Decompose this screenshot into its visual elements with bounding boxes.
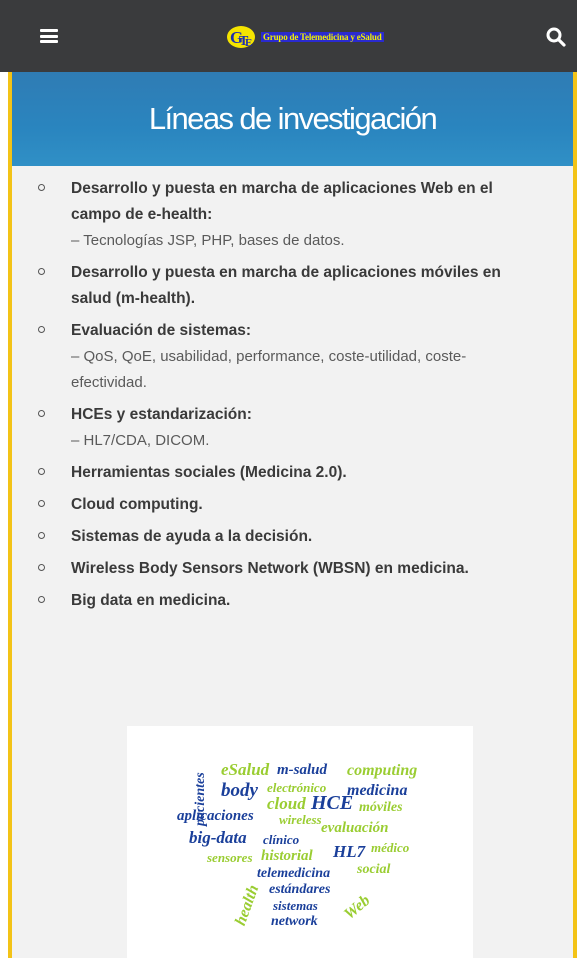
list-item-title: Herramientas sociales (Medicina 2.0). <box>71 464 347 481</box>
word-cloud-word: big-data <box>189 828 247 847</box>
word-cloud-word: telemedicina <box>257 866 331 881</box>
list-item-detail: – HL7/CDA, DICOM. <box>71 432 210 449</box>
list-item: Herramientas sociales (Medicina 2.0). <box>38 460 538 486</box>
list-item-title: Wireless Body Sensors Network (WBSN) en … <box>71 560 469 577</box>
list-item-title: Cloud computing. <box>71 496 203 513</box>
circle-bullet-icon <box>38 410 45 417</box>
list-item-title: Desarrollo y puesta en marcha de aplicac… <box>71 264 501 307</box>
list-item: Desarrollo y puesta en marcha de aplicac… <box>38 260 538 312</box>
page-banner: Líneas de investigación <box>12 72 573 166</box>
circle-bullet-icon <box>38 326 45 333</box>
list-item-title: HCEs y estandarización: <box>71 406 252 423</box>
list-item: HCEs y estandarización: – HL7/CDA, DICOM… <box>38 402 538 454</box>
search-icon[interactable] <box>545 26 567 48</box>
word-cloud-word: m-salud <box>277 762 328 778</box>
list-item-title: Desarrollo y puesta en marcha de aplicac… <box>71 180 493 223</box>
circle-bullet-icon <box>38 596 45 603</box>
list-item-title: Sistemas de ayuda a la decisión. <box>71 528 313 545</box>
logo-text: Grupo de Telemedicina y eSalud <box>261 32 384 42</box>
word-cloud-image: eSalud m-salud computing pacientes body … <box>127 726 473 958</box>
list-item: Big data en medicina. <box>38 588 538 614</box>
word-cloud-word: health <box>232 882 263 928</box>
hamburger-icon[interactable] <box>40 29 58 43</box>
circle-bullet-icon <box>38 184 45 191</box>
circle-bullet-icon <box>38 468 45 475</box>
research-lines-list: Desarrollo y puesta en marcha de aplicac… <box>38 176 538 620</box>
word-cloud-word: aplicaciones <box>177 808 254 824</box>
word-cloud-word: cloud <box>267 794 306 813</box>
word-cloud-word: computing <box>347 762 418 779</box>
list-item-detail: – Tecnologías JSP, PHP, bases de datos. <box>71 232 345 249</box>
gte-logo-icon: G T E <box>227 26 255 49</box>
word-cloud-word: evaluación <box>321 820 389 836</box>
circle-bullet-icon <box>38 532 45 539</box>
circle-bullet-icon <box>38 268 45 275</box>
list-item-detail: – QoS, QoE, usabilidad, performance, cos… <box>71 348 467 391</box>
word-cloud-word: clínico <box>263 832 300 847</box>
word-cloud-word: historial <box>261 848 313 864</box>
word-cloud-word: estándares <box>269 882 331 897</box>
list-item: Wireless Body Sensors Network (WBSN) en … <box>38 556 538 582</box>
list-item: Evaluación de sistemas: – QoS, QoE, usab… <box>38 318 538 396</box>
list-item: Desarrollo y puesta en marcha de aplicac… <box>38 176 538 254</box>
list-item: Sistemas de ayuda a la decisión. <box>38 524 538 550</box>
word-cloud-word: sensores <box>207 850 253 865</box>
list-item-title: Evaluación de sistemas: <box>71 322 252 339</box>
svg-text:E: E <box>245 37 252 49</box>
word-cloud-word: HL7 <box>333 842 366 861</box>
circle-bullet-icon <box>38 564 45 571</box>
word-cloud-word: wireless <box>279 812 322 827</box>
word-cloud-word: medicina <box>347 782 408 799</box>
word-cloud-word: médico <box>371 840 410 855</box>
page-title: Líneas de investigación <box>148 101 438 136</box>
list-item-title: Big data en medicina. <box>71 592 231 609</box>
word-cloud-word: body <box>221 780 258 801</box>
list-item: Cloud computing. <box>38 492 538 518</box>
site-logo[interactable]: G T E Grupo de Telemedicina y eSalud <box>225 24 384 50</box>
circle-bullet-icon <box>38 500 45 507</box>
word-cloud-word: social <box>357 862 391 877</box>
word-cloud-word: Web <box>341 891 374 924</box>
word-cloud-word: móviles <box>359 800 403 815</box>
word-cloud-word: network <box>271 914 318 929</box>
word-cloud-word: eSalud <box>221 760 270 779</box>
word-cloud-word: sistemas <box>273 898 318 913</box>
